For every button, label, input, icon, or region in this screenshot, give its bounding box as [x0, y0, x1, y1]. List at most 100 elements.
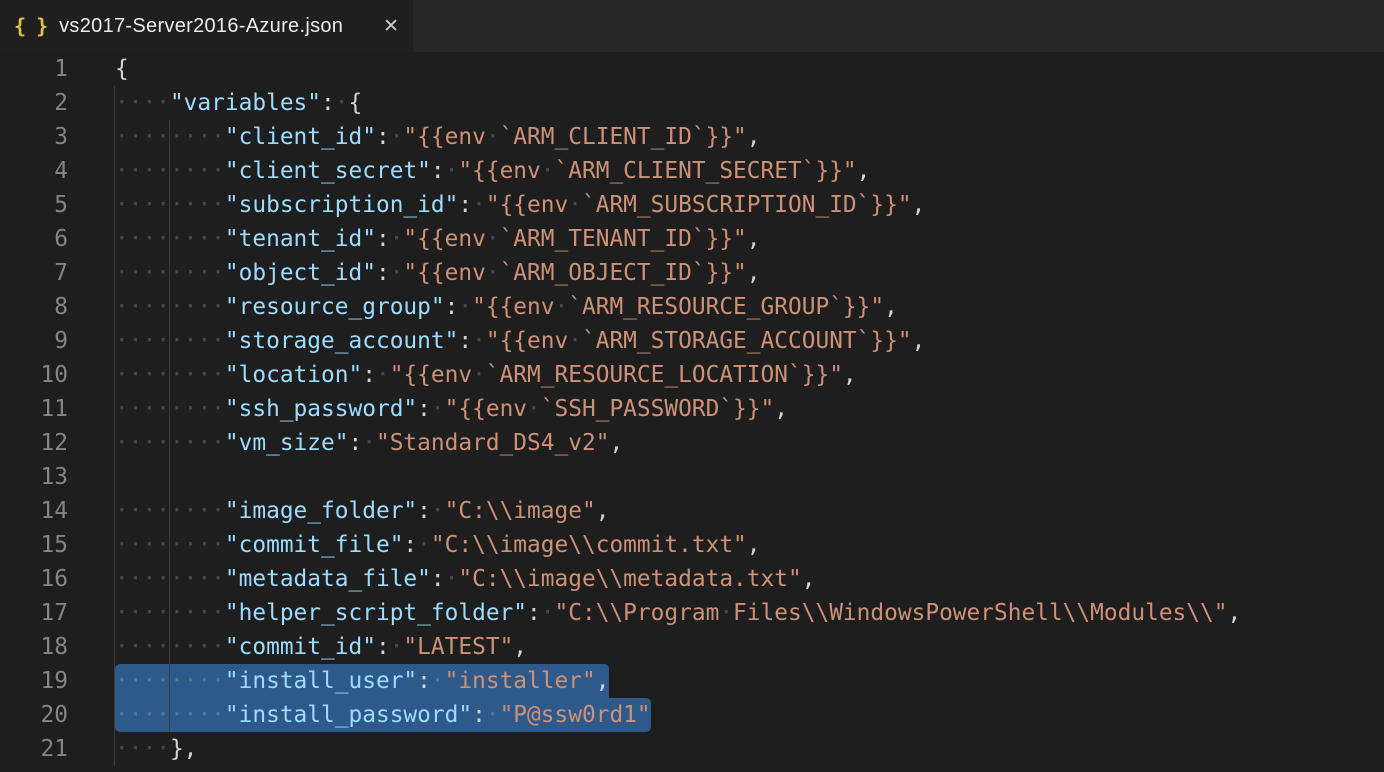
line-number[interactable]: 20: [0, 698, 68, 732]
whitespace-dot: ·: [211, 702, 225, 728]
code-line[interactable]: 13: [0, 460, 1384, 494]
token-val: "{{env·`ARM_STORAGE_ACCOUNT`}}": [486, 328, 912, 354]
whitespace-dot: ·: [472, 328, 486, 354]
token-punc: :: [417, 498, 431, 524]
whitespace-dot: ·: [115, 260, 129, 286]
whitespace-dot: ·: [156, 294, 170, 320]
code-line-content: ········"client_secret":·"{{env·`ARM_CLI…: [115, 154, 870, 188]
code-line[interactable]: 4········"client_secret":·"{{env·`ARM_CL…: [0, 154, 1384, 188]
whitespace-dot: ·: [184, 260, 198, 286]
code-line[interactable]: 14········"image_folder":·"C:\\image",: [0, 494, 1384, 528]
line-number[interactable]: 19: [0, 664, 68, 698]
indent-guide: [114, 324, 115, 358]
code-line[interactable]: 21····},: [0, 732, 1384, 766]
whitespace-dot: ·: [115, 226, 129, 252]
code-line-content: ········"location":·"{{env·`ARM_RESOURCE…: [115, 358, 857, 392]
token-ws: ·: [445, 566, 459, 592]
whitespace-dot: ·: [335, 90, 349, 116]
token-punc: :: [403, 532, 417, 558]
token-punc: :: [376, 124, 390, 150]
code-line[interactable]: 1{: [0, 52, 1384, 86]
line-number[interactable]: 8: [0, 290, 68, 324]
line-number[interactable]: 7: [0, 256, 68, 290]
whitespace-dot: ·: [156, 192, 170, 218]
code-line[interactable]: 19········"install_user":·"installer",: [0, 664, 1384, 698]
whitespace-dot: ·: [129, 430, 143, 456]
indent-guide: [169, 698, 170, 732]
line-number[interactable]: 9: [0, 324, 68, 358]
whitespace-dot: ·: [541, 158, 555, 184]
code-line[interactable]: 10 ········"location":·"{{env·`ARM_RESOUR…: [0, 358, 1384, 392]
code-line[interactable]: 17 ········"helper_script_folder":·"C:\\P…: [0, 596, 1384, 630]
whitespace-dot: ·: [115, 566, 129, 592]
code-line[interactable]: 6········"tenant_id":·"{{env·`ARM_TENANT…: [0, 222, 1384, 256]
whitespace-dot: ·: [129, 498, 143, 524]
whitespace-dot: ·: [170, 430, 184, 456]
indent-guide: [169, 256, 170, 290]
indent-guide: [114, 494, 115, 528]
whitespace-dot: ·: [142, 124, 156, 150]
code-line[interactable]: 20 ········"install_password":·"P@ssw0rd1…: [0, 698, 1384, 732]
line-number[interactable]: 12: [0, 426, 68, 460]
code-line[interactable]: 18········"commit_id":·"LATEST",: [0, 630, 1384, 664]
selection-highlight: ········"install_password":·"P@ssw0rd1": [115, 698, 651, 732]
line-number[interactable]: 21: [0, 732, 68, 766]
code-line-content: ········"object_id":·"{{env·`ARM_OBJECT_…: [115, 256, 761, 290]
whitespace-dot: ·: [211, 532, 225, 558]
token-punc: :: [348, 430, 362, 456]
whitespace-dot: ·: [568, 192, 582, 218]
code-line-content: ········"helper_script_folder":·"C:\\Pro…: [115, 596, 1241, 630]
code-line[interactable]: 12········"vm_size":·"Standard_DS4_v2",: [0, 426, 1384, 460]
code-editor[interactable]: 1{2····"variables":·{3········"client_id…: [0, 52, 1384, 766]
whitespace-dot: ·: [156, 260, 170, 286]
code-line[interactable]: 7········"object_id":·"{{env·`ARM_OBJECT…: [0, 256, 1384, 290]
line-number[interactable]: 15: [0, 528, 68, 562]
line-number[interactable]: 18: [0, 630, 68, 664]
whitespace-dot: ·: [197, 192, 211, 218]
whitespace-dot: ·: [197, 362, 211, 388]
whitespace-dot: ·: [197, 328, 211, 354]
whitespace-dot: ·: [115, 90, 129, 116]
line-number[interactable]: 16: [0, 562, 68, 596]
code-line[interactable]: 8········"resource_group":·"{{env·`ARM_R…: [0, 290, 1384, 324]
whitespace-dot: ·: [156, 532, 170, 558]
close-icon[interactable]: ✕: [383, 15, 399, 37]
indent-guide: [114, 460, 115, 494]
token-key: "location": [225, 362, 362, 388]
token-punc: :: [431, 158, 445, 184]
line-number[interactable]: 17: [0, 596, 68, 630]
line-number[interactable]: 6: [0, 222, 68, 256]
whitespace-dot: ·: [142, 328, 156, 354]
token-key: "install_user": [225, 668, 417, 694]
whitespace-dot: ·: [376, 362, 390, 388]
line-number[interactable]: 1: [0, 52, 68, 86]
token-ws: ········: [115, 702, 225, 728]
line-number[interactable]: 3: [0, 120, 68, 154]
code-line[interactable]: 15········"commit_file":·"C:\\image\\com…: [0, 528, 1384, 562]
line-number[interactable]: 10: [0, 358, 68, 392]
code-line[interactable]: 3········"client_id":·"{{env·`ARM_CLIENT…: [0, 120, 1384, 154]
code-line[interactable]: 9········"storage_account":·"{{env·`ARM_…: [0, 324, 1384, 358]
code-line[interactable]: 11········"ssh_password":·"{{env·`SSH_PA…: [0, 392, 1384, 426]
tab-vs2017-server2016-azure-json[interactable]: { } vs2017-Server2016-Azure.json ✕: [0, 0, 413, 52]
code-line-content: ········"client_id":·"{{env·`ARM_CLIENT_…: [115, 120, 761, 154]
code-line[interactable]: 5········"subscription_id":·"{{env·`ARM_…: [0, 188, 1384, 222]
indent-guide: [114, 562, 115, 596]
line-number[interactable]: 14: [0, 494, 68, 528]
whitespace-dot: ·: [211, 226, 225, 252]
line-number[interactable]: 2: [0, 86, 68, 120]
whitespace-dot: ·: [142, 498, 156, 524]
line-number[interactable]: 5: [0, 188, 68, 222]
whitespace-dot: ·: [142, 532, 156, 558]
indent-guide: [114, 120, 115, 154]
line-number[interactable]: 11: [0, 392, 68, 426]
line-number[interactable]: 13: [0, 460, 68, 494]
token-ws: ·: [458, 294, 472, 320]
token-punc: {: [115, 56, 129, 82]
line-number[interactable]: 4: [0, 154, 68, 188]
code-line[interactable]: 2····"variables":·{: [0, 86, 1384, 120]
code-line[interactable]: 16········"metadata_file":·"C:\\image\\m…: [0, 562, 1384, 596]
whitespace-dot: ·: [211, 362, 225, 388]
whitespace-dot: ·: [156, 634, 170, 660]
whitespace-dot: ·: [197, 294, 211, 320]
